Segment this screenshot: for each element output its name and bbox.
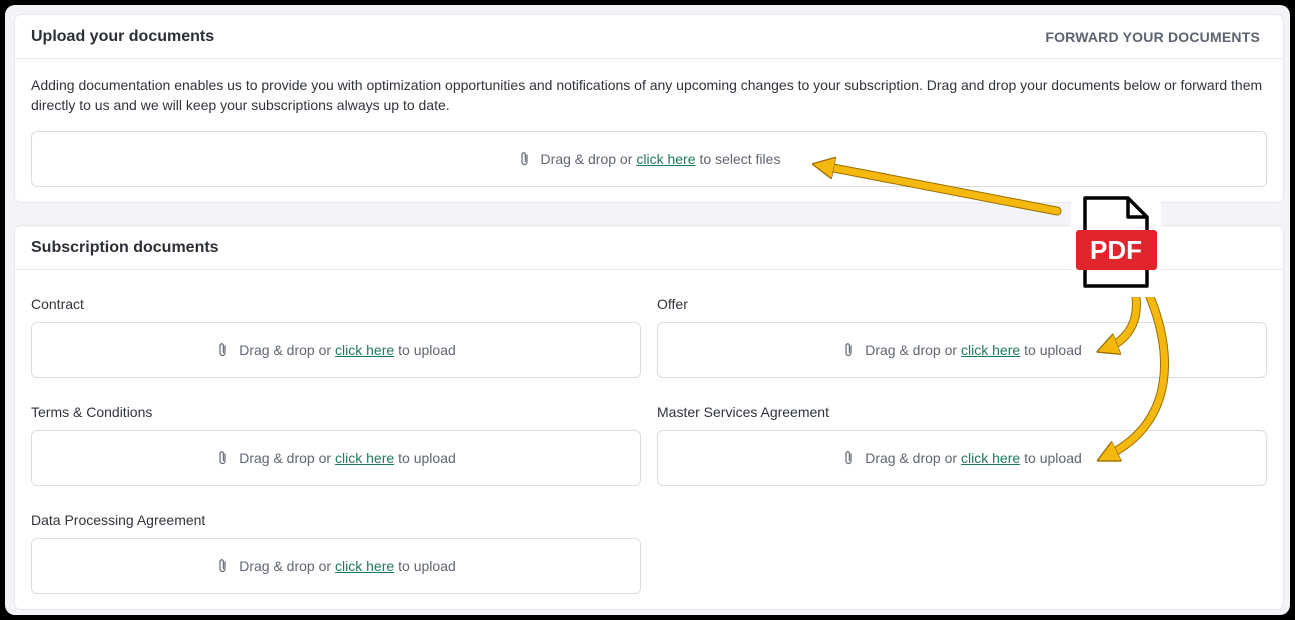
dropzone-suffix-text: to upload (398, 558, 456, 574)
forward-documents-link[interactable]: FORWARD YOUR DOCUMENTS (1045, 29, 1260, 45)
dropzone-prefix-text: Drag & drop or (239, 450, 332, 466)
upload-card-title: Upload your documents (31, 27, 215, 45)
field-offer: Offer Drag & drop or click here to uploa… (657, 296, 1267, 380)
paperclip-icon (520, 152, 528, 166)
offer-upload-link[interactable]: click here (961, 342, 1020, 358)
screenshot-frame: Upload your documents FORWARD YOUR DOCUM… (0, 0, 1295, 620)
offer-dropzone[interactable]: Drag & drop or click here to upload (657, 322, 1267, 378)
field-master-services-agreement: Master Services Agreement Drag & drop or… (657, 404, 1267, 488)
paperclip-icon (219, 343, 226, 357)
paperclip-icon (845, 343, 852, 357)
msa-upload-link[interactable]: click here (961, 450, 1020, 466)
paperclip-icon (219, 559, 226, 573)
dropzone-prefix-text: Drag & drop or (865, 450, 958, 466)
field-label-contract: Contract (31, 296, 84, 312)
subscription-card-title: Subscription documents (31, 238, 219, 256)
dropzone-prefix-text: Drag & drop or (239, 558, 332, 574)
dpa-upload-link[interactable]: click here (335, 558, 394, 574)
subscription-documents-card: Subscription documents Contract Drag & d… (15, 226, 1283, 609)
dropzone-suffix-text: to upload (398, 450, 456, 466)
terms-dropzone[interactable]: Drag & drop or click here to upload (31, 430, 641, 486)
dropzone-prefix-text: Drag & drop or (865, 342, 958, 358)
field-terms-conditions: Terms & Conditions Drag & drop or click … (31, 404, 641, 488)
paperclip-icon (845, 451, 852, 465)
dropzone-prefix-text: Drag & drop or (239, 342, 332, 358)
upload-dropzone[interactable]: Drag & drop or click here to select file… (31, 131, 1267, 187)
upload-documents-card: Upload your documents FORWARD YOUR DOCUM… (15, 15, 1283, 202)
field-label-terms: Terms & Conditions (31, 404, 153, 420)
field-label-msa: Master Services Agreement (657, 404, 829, 420)
contract-upload-link[interactable]: click here (335, 342, 394, 358)
dropzone-suffix-text: to select files (699, 151, 781, 167)
dropzone-suffix-text: to upload (398, 342, 456, 358)
page-canvas: Upload your documents FORWARD YOUR DOCUM… (5, 5, 1290, 615)
dropzone-prefix-text: Drag & drop or (540, 151, 633, 167)
subscription-card-header: Subscription documents (15, 226, 1283, 270)
upload-card-body: Adding documentation enables us to provi… (15, 59, 1283, 187)
dpa-dropzone[interactable]: Drag & drop or click here to upload (31, 538, 641, 594)
field-contract: Contract Drag & drop or click here to up… (31, 296, 641, 380)
field-label-dpa: Data Processing Agreement (31, 512, 206, 528)
select-files-link[interactable]: click here (636, 151, 695, 167)
upload-card-header: Upload your documents FORWARD YOUR DOCUM… (15, 15, 1283, 59)
paperclip-icon (219, 451, 226, 465)
terms-upload-link[interactable]: click here (335, 450, 394, 466)
field-data-processing-agreement: Data Processing Agreement Drag & drop or… (31, 512, 641, 596)
dropzone-suffix-text: to upload (1024, 450, 1082, 466)
field-label-offer: Offer (657, 296, 688, 312)
msa-dropzone[interactable]: Drag & drop or click here to upload (657, 430, 1267, 486)
contract-dropzone[interactable]: Drag & drop or click here to upload (31, 322, 641, 378)
dropzone-suffix-text: to upload (1024, 342, 1082, 358)
upload-description: Adding documentation enables us to provi… (31, 77, 1263, 113)
